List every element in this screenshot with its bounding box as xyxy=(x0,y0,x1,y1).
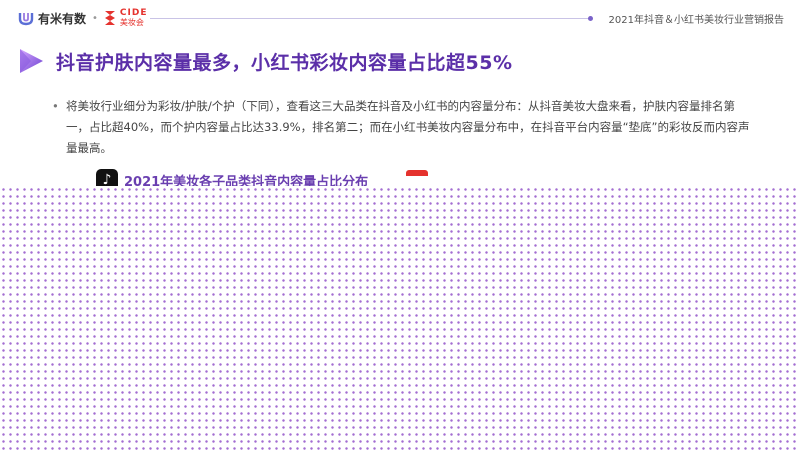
slide-title: 抖音护肤内容量最多，小红书彩妆内容量占比超55% xyxy=(56,51,513,74)
cide-logo-icon xyxy=(104,11,115,25)
youmi-logo-icon xyxy=(18,13,34,26)
divider-end-dot xyxy=(588,16,593,21)
brand-separator: • xyxy=(92,12,98,24)
report-title: 2021年抖音＆小红书美妆行业营销报告 xyxy=(608,15,784,26)
red-tab-marker xyxy=(406,170,428,176)
logo-group: 有米有数 • CIDE 美妆会 xyxy=(18,8,148,28)
header-bar: 有米有数 • CIDE 美妆会 2021年抖音＆小红书美妆行业营销报告 xyxy=(0,0,800,36)
dot-pattern-overlay xyxy=(0,186,800,450)
bullet-paragraph: • 将美妆行业细分为彩妆/护肤/个护（下同），查看这三大品类在抖音及小红书的内容… xyxy=(52,96,756,159)
header-divider xyxy=(150,16,593,21)
slide-title-row: 抖音护肤内容量最多，小红书彩妆内容量占比超55% xyxy=(16,44,512,78)
triangle-play-icon xyxy=(20,49,43,73)
partner-logo: CIDE 美妆会 xyxy=(119,8,148,28)
brand-name: 有米有数 xyxy=(38,11,87,26)
bullet-text: 将美妆行业细分为彩妆/护肤/个护（下同），查看这三大品类在抖音及小红书的内容量分… xyxy=(66,99,750,155)
partner-logo-cn: 美妆会 xyxy=(119,18,144,27)
partner-logo-en: CIDE xyxy=(119,8,148,18)
bullet-mark: • xyxy=(52,99,59,113)
